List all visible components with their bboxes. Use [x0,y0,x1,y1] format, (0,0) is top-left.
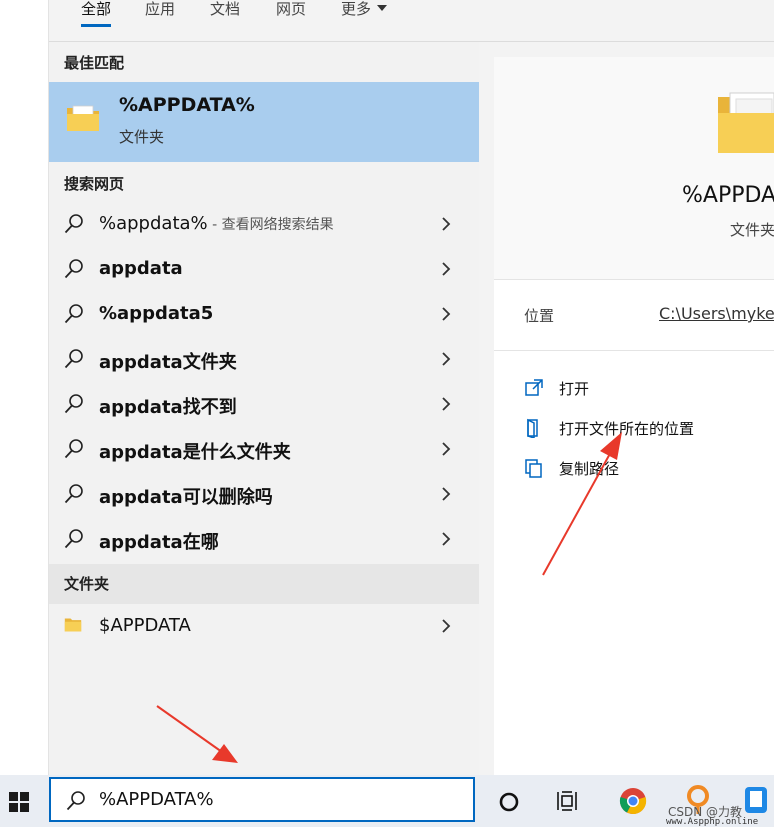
web-result-text: appdata文件夹 [99,352,237,373]
chevron-right-icon[interactable] [440,486,452,502]
detail-pane: %APPDA 文件夹 位置 C:\Users\myke 打开 打开文件所在的位置 [494,57,774,775]
open-action-label: 打开 [559,380,590,398]
tab-documents-label: 文档 [210,0,241,18]
chevron-right-icon[interactable] [440,441,452,457]
start-button[interactable] [0,775,48,827]
detail-location-row: 位置 C:\Users\myke [494,280,774,351]
folder-result-text: $APPDATA [99,615,191,636]
web-result-text: %appdata5 [99,303,214,324]
best-match-item[interactable]: %APPDATA% 文件夹 [49,82,479,162]
web-result-row[interactable]: appdata文件夹 [49,337,479,382]
chevron-right-icon[interactable] [440,306,452,322]
folder-icon [64,618,82,632]
section-folders: 文件夹 [49,564,479,604]
section-header-best-match: 最佳匹配 [64,54,125,72]
tab-web[interactable]: 网页 [276,0,306,28]
tab-web-label: 网页 [276,0,307,18]
task-view-icon[interactable] [556,790,580,812]
web-result-text: appdata [99,258,183,279]
location-label: 位置 [524,307,555,325]
web-result-text: appdata是什么文件夹 [99,442,291,463]
web-result-text: %appdata% - 查看网络搜索结果 [99,213,334,234]
taskbar: CSDN @力教 www.Aspphp.online [0,775,774,827]
detail-title: %APPDA [682,183,774,208]
search-icon [64,259,83,279]
tab-documents[interactable]: 文档 [210,0,240,28]
tab-apps-label: 应用 [145,0,176,18]
search-panel: 全部 应用 文档 网页 更多 最佳匹配 %APPDATA% 文件夹 搜索网页 %… [49,0,774,775]
copy-icon [525,459,542,478]
detail-header: %APPDA 文件夹 [494,57,774,280]
chevron-down-icon [377,5,388,11]
search-icon [64,439,83,459]
web-result-text: appdata可以删除吗 [99,487,273,508]
best-match-subtitle: 文件夹 [119,128,165,146]
open-action[interactable]: 打开 [524,375,774,405]
tab-all-label: 全部 [81,0,112,18]
site-watermark: www.Aspphp.online [666,817,759,827]
folder-icon [718,92,774,153]
web-result-query: %appdata% [99,213,208,234]
taskbar-search-box[interactable] [49,777,475,822]
copy-path-action-label: 复制路径 [559,460,620,478]
chevron-right-icon[interactable] [440,618,452,634]
search-icon [64,394,83,414]
section-header-web: 搜索网页 [64,175,125,193]
web-result-row[interactable]: %appdata% - 查看网络搜索结果 [49,202,479,247]
cortana-icon[interactable] [498,791,520,813]
results-list: 最佳匹配 %APPDATA% 文件夹 搜索网页 %appdata% - 查看网络… [49,42,479,775]
tab-more[interactable]: 更多 [341,0,388,28]
search-icon [64,214,83,234]
app-icon-blue[interactable] [742,785,770,815]
search-icon [64,349,83,369]
open-location-action[interactable]: 打开文件所在的位置 [524,415,774,445]
web-result-row[interactable]: appdata找不到 [49,382,479,427]
tab-apps[interactable]: 应用 [145,0,175,28]
folder-result-row[interactable]: $APPDATA [49,604,479,649]
search-icon [66,791,85,811]
folder-icon [67,105,99,131]
chrome-icon[interactable] [619,787,647,815]
tab-all[interactable]: 全部 [81,0,112,28]
search-icon [64,529,83,549]
tab-more-label: 更多 [341,0,372,18]
search-icon [64,304,83,324]
windows-logo-icon [9,792,29,812]
web-result-hint: - 查看网络搜索结果 [207,217,334,233]
chevron-right-icon[interactable] [440,531,452,547]
web-result-row[interactable]: appdata是什么文件夹 [49,427,479,472]
open-location-action-label: 打开文件所在的位置 [559,420,695,438]
web-result-row[interactable]: appdata在哪 [49,517,479,562]
open-external-icon [525,379,543,396]
copy-path-action[interactable]: 复制路径 [524,455,774,485]
section-header-folders: 文件夹 [64,575,110,593]
web-result-text: appdata找不到 [99,397,237,418]
chevron-right-icon[interactable] [440,216,452,232]
location-path-link[interactable]: C:\Users\myke [659,304,774,323]
search-icon [64,484,83,504]
chevron-right-icon[interactable] [440,396,452,412]
desktop-background [0,0,49,775]
open-location-icon [527,418,538,438]
best-match-title: %APPDATA% [119,94,255,116]
search-input[interactable] [99,789,459,810]
chevron-right-icon[interactable] [440,261,452,277]
active-tab-underline [81,24,112,27]
web-result-row[interactable]: appdata可以删除吗 [49,472,479,517]
web-result-row[interactable]: appdata [49,247,479,292]
web-result-text: appdata在哪 [99,532,219,553]
detail-type: 文件夹 [730,221,774,239]
chevron-right-icon[interactable] [440,351,452,367]
search-tabs: 全部 应用 文档 网页 更多 [49,0,774,42]
web-result-row[interactable]: %appdata5 [49,292,479,337]
